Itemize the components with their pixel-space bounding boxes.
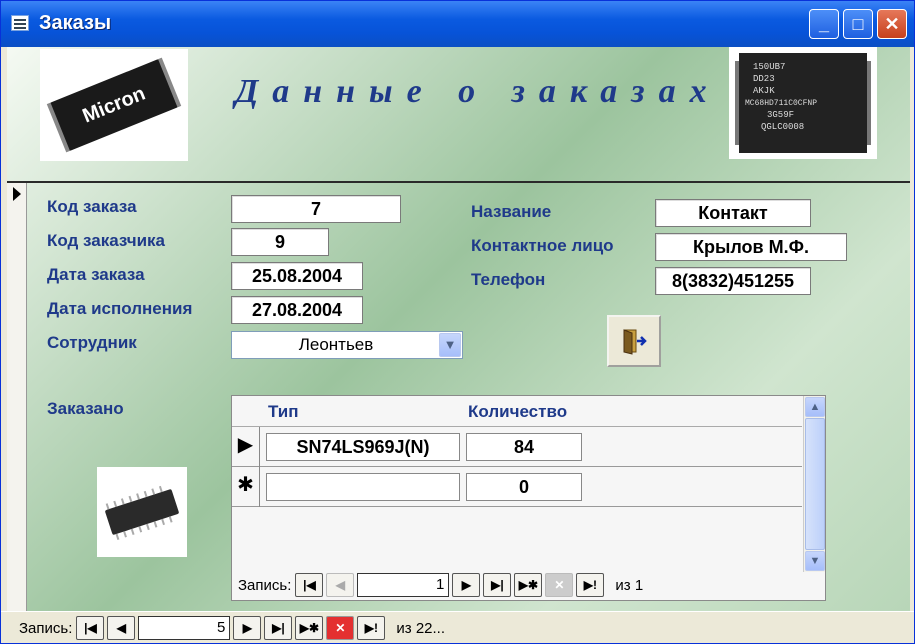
quantity-cell[interactable]: 0 — [466, 473, 582, 501]
main-record-position[interactable]: 5 — [138, 616, 231, 640]
order-date-field[interactable]: 25.08.2004 — [231, 262, 363, 290]
subform-nav-label: Запись: — [238, 576, 292, 594]
main-nav-label: Запись: — [19, 619, 73, 637]
subform-grid: ▶ SN74LS969J(N) 84 ✱ 0 — [232, 426, 802, 514]
contact-person-field[interactable]: Крылов М.Ф. — [655, 233, 847, 261]
ordered-subform: Тип Количество ▶ SN74LS969J(N) 84 ✱ 0 ▲ … — [231, 395, 826, 601]
last-modified-icon[interactable]: ▶! — [576, 573, 605, 597]
record-selector[interactable] — [7, 183, 27, 611]
prev-record-icon[interactable]: ◀ — [107, 616, 136, 640]
order-form: Micron Данные о заказах 150UB7 DD23 AKJK… — [7, 47, 910, 611]
type-cell[interactable] — [266, 473, 460, 501]
main-record-navigator: Запись: |◀ ◀ 5 ▶ ▶| ▶✱ ✕ ▶! из 22... — [19, 615, 445, 641]
chip-line-4: MC68HD711C0CFNP — [745, 99, 817, 108]
delete-record-icon[interactable]: ✕ — [326, 616, 355, 640]
maximize-icon[interactable]: □ — [843, 9, 873, 39]
motorola-chip-image: 150UB7 DD23 AKJK MC68HD711C0CFNP 3G59F Q… — [729, 47, 877, 159]
subform-scrollbar[interactable]: ▲ ▼ — [803, 396, 825, 572]
exit-door-icon — [623, 329, 647, 355]
subform-record-navigator: Запись: |◀ ◀ 1 ▶ ▶| ▶✱ ✕ ▶! из 1 — [238, 572, 643, 598]
name-label: Название — [471, 202, 552, 221]
table-row-new[interactable]: ✱ 0 — [232, 467, 802, 507]
column-header-type: Тип — [268, 402, 299, 421]
ordered-label: Заказано — [47, 399, 124, 418]
micron-chip-image: Micron — [40, 49, 188, 161]
form-header: Micron Данные о заказах 150UB7 DD23 AKJK… — [7, 47, 910, 181]
window-icon[interactable] — [11, 15, 29, 31]
name-field[interactable]: Контакт — [655, 199, 811, 227]
last-modified-icon[interactable]: ▶! — [357, 616, 386, 640]
chip-line-6: QGLC0008 — [761, 122, 804, 132]
main-navigation-bar: Запись: |◀ ◀ 5 ▶ ▶| ▶✱ ✕ ▶! из 22... — [1, 611, 914, 643]
orders-window: Заказы _ □ ✕ Micron Данные о заказах 150… — [0, 0, 915, 644]
last-record-icon[interactable]: ▶| — [264, 616, 293, 640]
scroll-thumb[interactable] — [805, 418, 825, 550]
scroll-down-icon[interactable]: ▼ — [805, 551, 825, 571]
record-selector-icon[interactable]: ▶ — [232, 427, 260, 467]
new-record-nav-icon[interactable]: ▶✱ — [514, 573, 543, 597]
header-divider — [7, 181, 910, 183]
chip-line-3: AKJK — [753, 86, 775, 96]
window-title: Заказы — [39, 12, 112, 34]
order-code-field[interactable]: 7 — [231, 195, 401, 223]
subform-record-position[interactable]: 1 — [357, 573, 450, 597]
employee-combo[interactable]: Леонтьев ▼ — [231, 331, 463, 359]
first-record-icon[interactable]: |◀ — [76, 616, 105, 640]
type-cell[interactable]: SN74LS969J(N) — [266, 433, 460, 461]
chip-line-1: 150UB7 — [753, 62, 785, 72]
next-record-icon[interactable]: ▶ — [233, 616, 262, 640]
customer-code-field[interactable]: 9 — [231, 228, 329, 256]
main-record-count: из 22... — [396, 619, 446, 637]
record-selector-icon — [13, 187, 21, 201]
order-date-label: Дата заказа — [47, 265, 145, 284]
dropdown-arrow-icon[interactable]: ▼ — [439, 333, 461, 357]
new-record-icon[interactable]: ✱ — [232, 467, 260, 507]
scroll-up-icon[interactable]: ▲ — [805, 397, 825, 417]
table-row[interactable]: ▶ SN74LS969J(N) 84 — [232, 427, 802, 467]
chip-line-5: 3G59F — [767, 110, 794, 120]
chip-line-2: DD23 — [753, 74, 775, 84]
phone-field[interactable]: 8(3832)451255 — [655, 267, 811, 295]
small-chip-image — [97, 467, 187, 557]
close-icon[interactable]: ✕ — [877, 9, 907, 39]
page-title: Данные о заказах — [235, 73, 721, 110]
first-record-icon[interactable]: |◀ — [295, 573, 324, 597]
minimize-icon[interactable]: _ — [809, 9, 839, 39]
prev-record-icon[interactable]: ◀ — [326, 573, 355, 597]
column-header-quantity: Количество — [468, 402, 568, 421]
contact-person-label: Контактное лицо — [471, 236, 614, 255]
employee-label: Сотрудник — [47, 333, 137, 352]
delete-record-icon[interactable]: ✕ — [545, 573, 574, 597]
completion-date-label: Дата исполнения — [47, 299, 193, 318]
phone-label: Телефон — [471, 270, 546, 289]
order-code-label: Код заказа — [47, 197, 137, 216]
customer-code-label: Код заказчика — [47, 231, 165, 250]
title-bar[interactable]: Заказы _ □ ✕ — [1, 1, 914, 47]
next-record-icon[interactable]: ▶ — [452, 573, 481, 597]
employee-combo-value: Леонтьев — [298, 335, 374, 354]
quantity-cell[interactable]: 84 — [466, 433, 582, 461]
last-record-icon[interactable]: ▶| — [483, 573, 512, 597]
new-record-nav-icon[interactable]: ▶✱ — [295, 616, 324, 640]
subform-record-count: из 1 — [615, 576, 644, 594]
completion-date-field[interactable]: 27.08.2004 — [231, 296, 363, 324]
exit-button[interactable] — [607, 315, 661, 367]
